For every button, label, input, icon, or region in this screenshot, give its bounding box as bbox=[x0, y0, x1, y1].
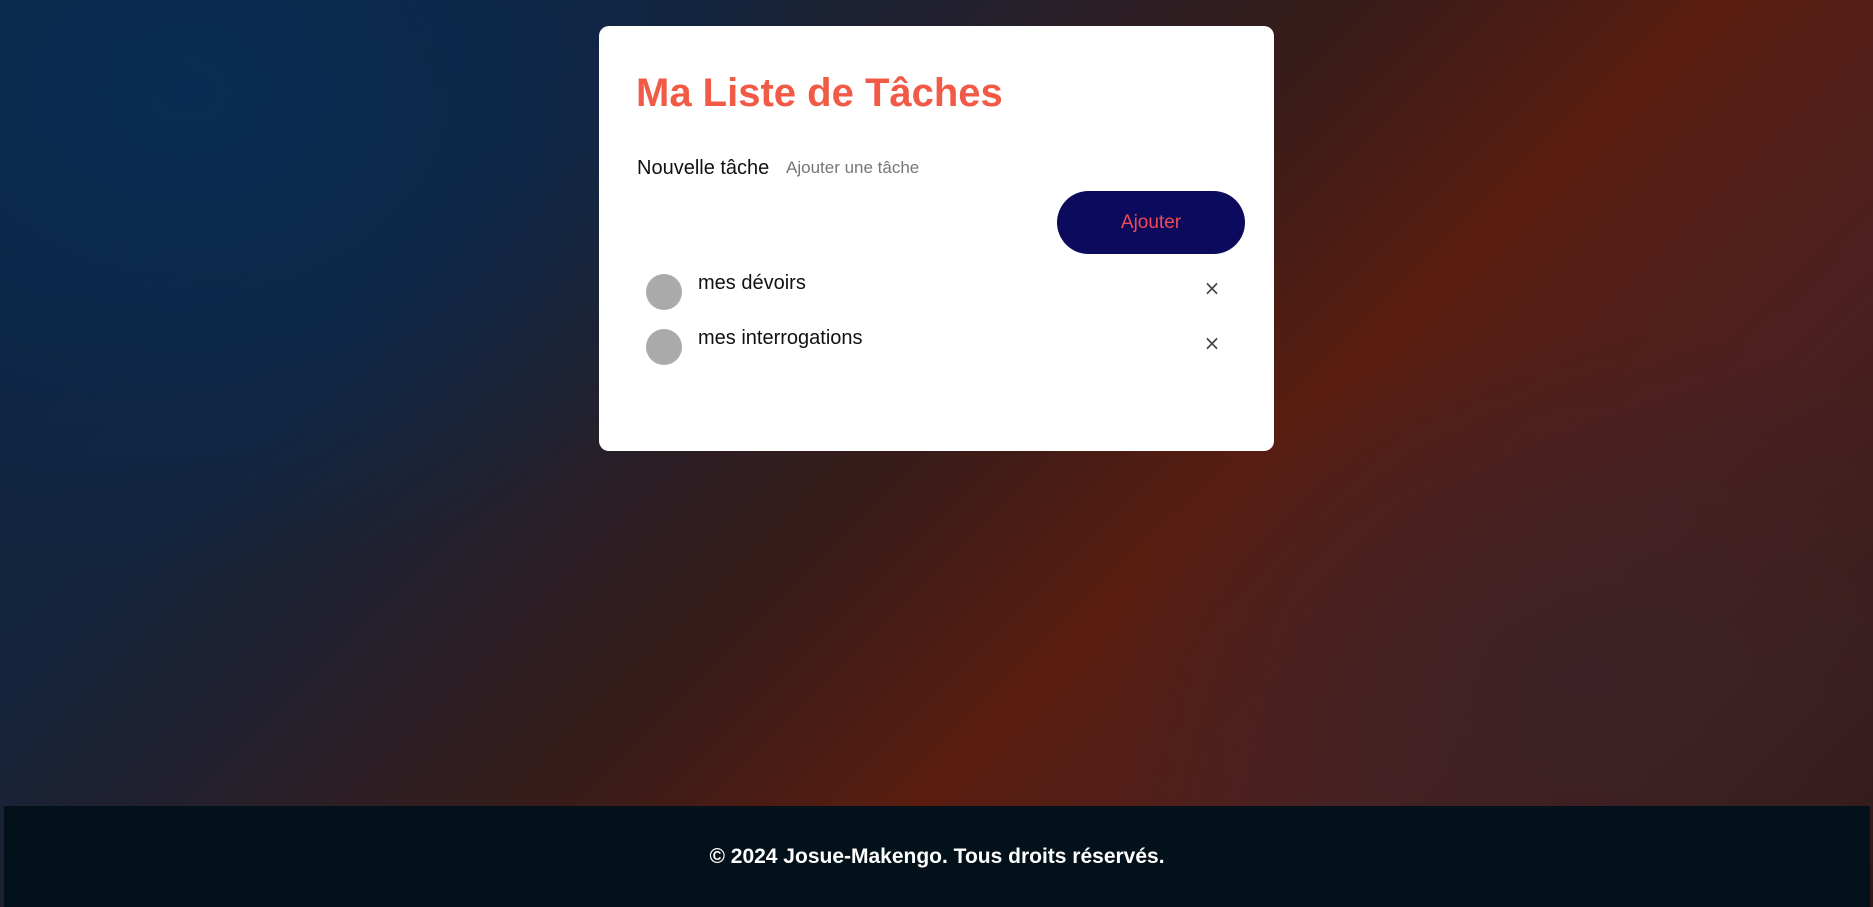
circle-checkbox-icon[interactable] bbox=[646, 329, 682, 365]
task-input[interactable] bbox=[784, 154, 1088, 182]
todo-card: Ma Liste de Tâches Nouvelle tâche Ajoute… bbox=[599, 26, 1274, 451]
task-item: mes dévoirs × bbox=[646, 266, 1236, 321]
task-text: mes interrogations bbox=[698, 327, 863, 349]
add-task-button[interactable]: Ajouter bbox=[1057, 191, 1245, 254]
close-icon[interactable]: × bbox=[1200, 276, 1224, 300]
task-text: mes dévoirs bbox=[698, 272, 806, 294]
task-item: mes interrogations × bbox=[646, 321, 1236, 376]
close-icon[interactable]: × bbox=[1200, 331, 1224, 355]
page-title: Ma Liste de Tâches bbox=[636, 71, 1003, 115]
copyright-text: © 2024 Josue-Makengo. Tous droits réserv… bbox=[709, 844, 1165, 868]
task-list: mes dévoirs × mes interrogations × bbox=[646, 266, 1236, 376]
new-task-label: Nouvelle tâche bbox=[637, 157, 770, 179]
circle-checkbox-icon[interactable] bbox=[646, 274, 682, 310]
page-footer: © 2024 Josue-Makengo. Tous droits réserv… bbox=[4, 806, 1870, 907]
